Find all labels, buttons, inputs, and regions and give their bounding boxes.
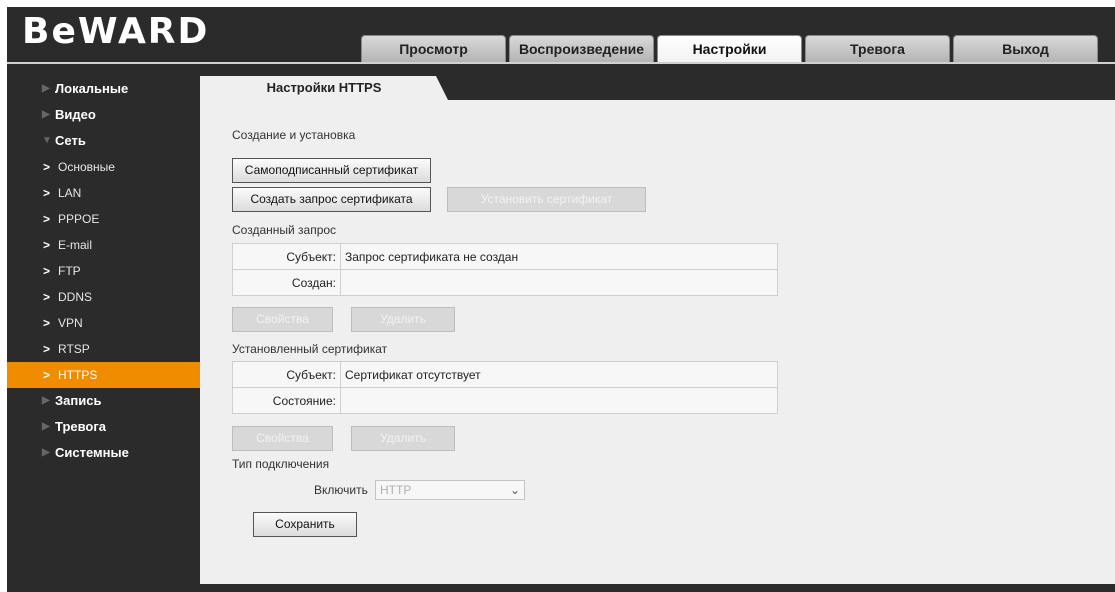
request-created-key: Создан:: [232, 269, 341, 296]
triangle-right-icon: ▶: [42, 395, 50, 406]
table-row: Субъект: Запрос сертификата не создан: [232, 243, 778, 270]
installed-section-label: Установленный сертификат: [232, 342, 388, 356]
create-cert-request-button[interactable]: Создать запрос сертификата: [232, 187, 431, 212]
content-tab-https[interactable]: Настройки HTTPS: [200, 76, 448, 100]
self-signed-cert-button[interactable]: Самоподписанный сертификат: [232, 158, 431, 183]
chevron-right-icon: >: [43, 238, 51, 252]
chevron-right-icon: >: [43, 160, 51, 174]
sidebar-item-local[interactable]: ▶ Локальные: [7, 76, 200, 102]
sidebar-item-basic[interactable]: > Основные: [7, 154, 200, 180]
chevron-right-icon: >: [43, 264, 51, 278]
tab-playback[interactable]: Воспроизведение: [509, 35, 654, 62]
enable-label: Включить: [314, 483, 368, 497]
tab-view[interactable]: Просмотр: [361, 35, 506, 62]
sidebar-item-https[interactable]: > HTTPS: [7, 362, 200, 388]
chevron-right-icon: >: [43, 290, 51, 304]
installed-table: Субъект: Сертификат отсутствует Состояни…: [232, 361, 778, 414]
chevron-right-icon: >: [43, 342, 51, 356]
tab-exit[interactable]: Выход: [953, 35, 1098, 62]
tab-settings[interactable]: Настройки: [657, 35, 802, 62]
triangle-right-icon: ▶: [42, 421, 50, 432]
sidebar-item-lan[interactable]: > LAN: [7, 180, 200, 206]
sidebar-item-alarm[interactable]: ▶ Тревога: [7, 414, 200, 440]
sidebar-item-record[interactable]: ▶ Запись: [7, 388, 200, 414]
installed-state-value: [340, 387, 778, 414]
installed-delete-button[interactable]: Удалить: [351, 426, 455, 451]
table-row: Состояние:: [232, 387, 778, 414]
request-subject-key: Субъект:: [232, 243, 341, 270]
install-cert-button[interactable]: Установить сертификат: [447, 187, 646, 212]
save-button[interactable]: Сохранить: [253, 512, 357, 537]
request-subject-value: Запрос сертификата не создан: [340, 243, 778, 270]
chevron-right-icon: >: [43, 316, 51, 330]
connection-type-select[interactable]: HTTP ⌄: [375, 480, 525, 500]
request-section-label: Созданный запрос: [232, 223, 337, 237]
create-section-label: Создание и установка: [232, 128, 356, 142]
sidebar-item-network[interactable]: ▼ Сеть: [7, 128, 200, 154]
tab-alarm[interactable]: Тревога: [805, 35, 950, 62]
triangle-right-icon: ▶: [42, 447, 50, 458]
sidebar-item-vpn[interactable]: > VPN: [7, 310, 200, 336]
installed-state-key: Состояние:: [232, 387, 341, 414]
installed-subject-key: Субъект:: [232, 361, 341, 388]
triangle-right-icon: ▶: [42, 109, 50, 120]
sidebar-item-pppoe[interactable]: > PPPOE: [7, 206, 200, 232]
installed-subject-value: Сертификат отсутствует: [340, 361, 778, 388]
sidebar-item-video[interactable]: ▶ Видео: [7, 102, 200, 128]
chevron-right-icon: >: [43, 212, 51, 226]
request-table: Субъект: Запрос сертификата не создан Со…: [232, 243, 778, 296]
sidebar-item-email[interactable]: > E-mail: [7, 232, 200, 258]
beward-logo: BeWARD: [22, 11, 210, 52]
request-created-value: [340, 269, 778, 296]
table-row: Создан:: [232, 269, 778, 296]
request-delete-button[interactable]: Удалить: [351, 307, 455, 332]
connection-type-value: HTTP: [380, 483, 412, 497]
chevron-right-icon: >: [43, 186, 51, 200]
installed-properties-button[interactable]: Свойства: [232, 426, 333, 451]
triangle-down-icon: ▼: [42, 135, 52, 146]
sidebar-item-rtsp[interactable]: > RTSP: [7, 336, 200, 362]
request-properties-button[interactable]: Свойства: [232, 307, 333, 332]
tab-divider: [7, 62, 1115, 64]
sidebar: ▶ Локальные ▶ Видео ▼ Сеть > Основные > LA…: [7, 76, 200, 466]
sidebar-item-ddns[interactable]: > DDNS: [7, 284, 200, 310]
table-row: Субъект: Сертификат отсутствует: [232, 361, 778, 388]
chevron-right-icon: >: [43, 368, 51, 382]
sidebar-item-system[interactable]: ▶ Системные: [7, 440, 200, 466]
triangle-right-icon: ▶: [42, 83, 50, 94]
chevron-down-icon: ⌄: [509, 483, 520, 497]
sidebar-item-ftp[interactable]: > FTP: [7, 258, 200, 284]
connection-section-label: Тип подключения: [232, 457, 330, 471]
